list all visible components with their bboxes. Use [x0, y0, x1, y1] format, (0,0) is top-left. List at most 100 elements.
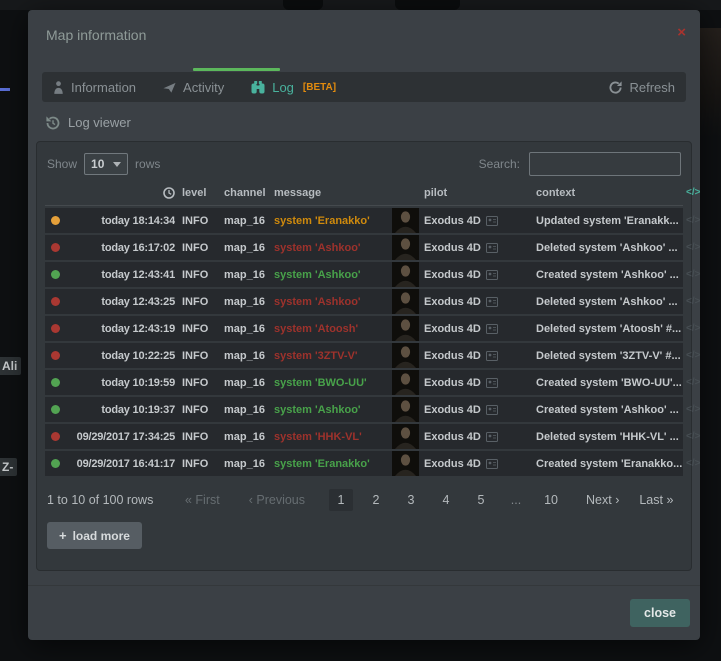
- status-dot: [51, 270, 60, 279]
- header-avatar-spacer: [392, 180, 419, 205]
- log-level: INFO: [182, 350, 218, 362]
- table-row[interactable]: today 12:43:41 INFO map_16 system 'Ashko…: [45, 262, 683, 287]
- table-row[interactable]: today 10:19:59 INFO map_16 system 'BWO-U…: [45, 370, 683, 395]
- portrait-card-icon: [486, 351, 498, 361]
- page-background-top: [0, 0, 721, 10]
- header-pilot[interactable]: pilot: [424, 187, 536, 199]
- close-icon[interactable]: ×: [677, 25, 686, 40]
- log-message: system 'Atoosh': [274, 323, 386, 335]
- header-time[interactable]: [65, 187, 175, 199]
- load-more-button[interactable]: + load more: [47, 522, 142, 549]
- log-context: Deleted system 'Atoosh' #...: [536, 323, 686, 335]
- log-message: system 'BWO-UU': [274, 377, 386, 389]
- log-time: 09/29/2017 17:34:25: [65, 431, 175, 443]
- row-code-icon[interactable]: </>: [686, 269, 700, 280]
- header-level[interactable]: level: [182, 187, 218, 199]
- row-code-icon[interactable]: </>: [686, 458, 700, 469]
- background-image-fragment: [700, 28, 721, 138]
- close-button[interactable]: close: [630, 599, 690, 627]
- portrait-card-icon: [486, 459, 498, 469]
- row-code-icon[interactable]: </>: [686, 242, 700, 253]
- pagination-next-button[interactable]: Next ›: [586, 493, 619, 507]
- pilot-name: Exodus 4D: [424, 458, 481, 470]
- row-code-icon[interactable]: </>: [686, 404, 700, 415]
- header-message[interactable]: message: [274, 187, 386, 199]
- header-channel[interactable]: channel: [224, 187, 268, 199]
- row-code-icon[interactable]: </>: [686, 377, 700, 388]
- pilot-avatar: [392, 370, 419, 395]
- pagination-page-button[interactable]: 1: [329, 489, 353, 511]
- table-controls: Show 10 rows Search:: [45, 151, 683, 177]
- log-level: INFO: [182, 431, 218, 443]
- row-code-icon[interactable]: </>: [686, 323, 700, 334]
- person-icon: [53, 81, 64, 94]
- pagination-page-button[interactable]: 10: [539, 489, 563, 511]
- header-context[interactable]: context: [536, 187, 686, 199]
- pagination-page-button[interactable]: 4: [434, 489, 458, 511]
- pilot-name: Exodus 4D: [424, 431, 481, 443]
- status-dot: [51, 432, 60, 441]
- log-channel: map_16: [224, 350, 268, 362]
- tab-log[interactable]: Log [BETA]: [251, 80, 336, 95]
- log-channel: map_16: [224, 458, 268, 470]
- pagination-first-button[interactable]: « First: [185, 493, 220, 507]
- log-time: today 10:19:59: [65, 377, 175, 389]
- dialog-footer: close: [28, 585, 700, 640]
- pilot-avatar: [392, 451, 419, 476]
- row-code-icon[interactable]: </>: [686, 350, 700, 361]
- pagination-previous-button[interactable]: ‹ Previous: [249, 493, 305, 507]
- log-level: INFO: [182, 458, 218, 470]
- table-body: today 18:14:34 INFO map_16 system 'Erana…: [45, 208, 683, 476]
- log-level: INFO: [182, 296, 218, 308]
- refresh-button[interactable]: Refresh: [609, 80, 675, 95]
- row-code-icon[interactable]: </>: [686, 296, 700, 307]
- row-code-icon[interactable]: </>: [686, 215, 700, 226]
- log-context: Created system 'Ashkoo' ...: [536, 404, 686, 416]
- log-message: system 'Ashkoo': [274, 296, 386, 308]
- plane-icon: [163, 81, 176, 94]
- table-row[interactable]: today 12:43:25 INFO map_16 system 'Ashko…: [45, 289, 683, 314]
- pagination-page-button[interactable]: 5: [469, 489, 493, 511]
- table-row[interactable]: today 16:17:02 INFO map_16 system 'Ashko…: [45, 235, 683, 260]
- background-label-fragment: Z-: [0, 458, 17, 476]
- table-row[interactable]: today 10:22:25 INFO map_16 system '3ZTV-…: [45, 343, 683, 368]
- status-dot: [51, 243, 60, 252]
- pagination-page-button[interactable]: 3: [399, 489, 423, 511]
- pagination-page-button[interactable]: 2: [364, 489, 388, 511]
- table-row[interactable]: today 10:19:37 INFO map_16 system 'Ashko…: [45, 397, 683, 422]
- table-row[interactable]: 09/29/2017 16:41:17 INFO map_16 system '…: [45, 451, 683, 476]
- table-row[interactable]: 09/29/2017 17:34:25 INFO map_16 system '…: [45, 424, 683, 449]
- tab-label: Activity: [183, 80, 224, 95]
- log-message: system 'Ashkoo': [274, 404, 386, 416]
- log-context: Created system 'Eranakko...: [536, 458, 686, 470]
- pagination-last-button[interactable]: Last »: [639, 493, 673, 507]
- row-code-icon[interactable]: </>: [686, 431, 700, 442]
- log-message: system 'Eranakko': [274, 458, 386, 470]
- tab-activity[interactable]: Activity: [163, 80, 224, 95]
- status-dot: [51, 378, 60, 387]
- pilot-name: Exodus 4D: [424, 350, 481, 362]
- pagination-bar: 1 to 10 of 100 rows « First ‹ Previous 1…: [45, 487, 683, 513]
- log-level: INFO: [182, 323, 218, 335]
- background-shape: [395, 0, 460, 10]
- portrait-card-icon: [486, 378, 498, 388]
- history-icon: [46, 116, 60, 130]
- table-row[interactable]: today 12:43:19 INFO map_16 system 'Atoos…: [45, 316, 683, 341]
- search-input[interactable]: [529, 152, 681, 176]
- pilot-avatar: [392, 262, 419, 287]
- table-row[interactable]: today 18:14:34 INFO map_16 system 'Erana…: [45, 208, 683, 233]
- pilot-avatar: [392, 208, 419, 233]
- log-viewer-heading: Log viewer: [46, 115, 682, 130]
- tab-information[interactable]: Information: [53, 80, 136, 95]
- code-icon[interactable]: </>: [686, 187, 700, 198]
- dialog-header: Map information ×: [28, 10, 700, 58]
- pilot-name: Exodus 4D: [424, 377, 481, 389]
- page-size-select[interactable]: 10: [84, 153, 128, 175]
- pilot-avatar: [392, 316, 419, 341]
- dialog-tab-bar: Information Activity Log [BETA] Refresh: [42, 72, 686, 102]
- status-dot: [51, 297, 60, 306]
- log-time: today 16:17:02: [65, 242, 175, 254]
- log-level: INFO: [182, 377, 218, 389]
- refresh-icon: [609, 81, 622, 94]
- log-level: INFO: [182, 215, 218, 227]
